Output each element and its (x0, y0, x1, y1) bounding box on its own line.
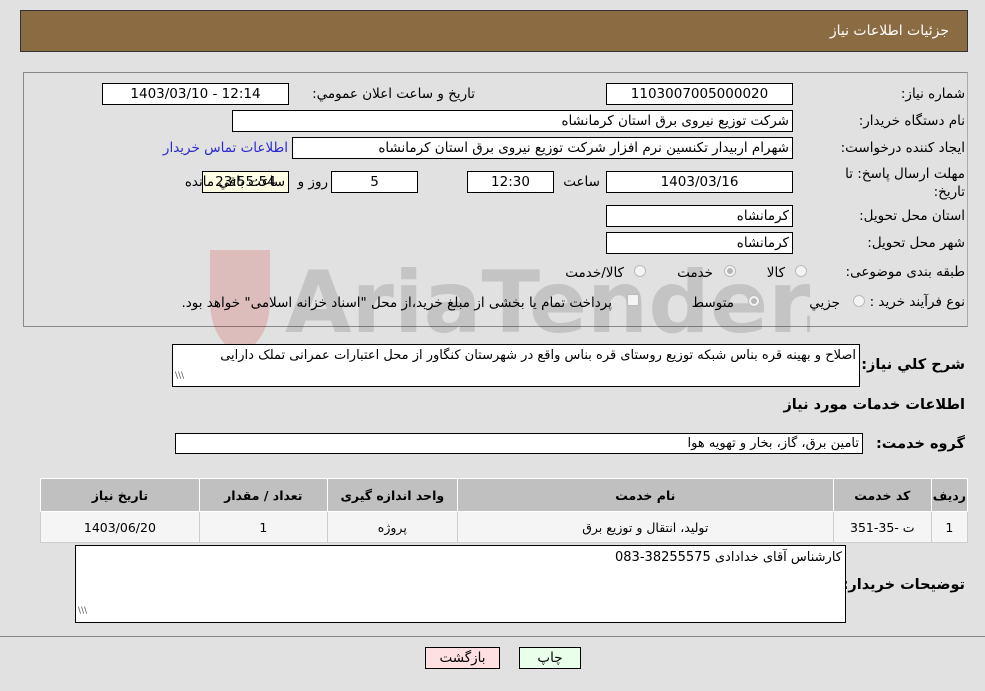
remaining-label: ساعت باقي مانده (184, 174, 285, 190)
page-title: جزئیات اطلاعات نیاز (829, 23, 949, 39)
service-group-label: گروه خدمت: (875, 436, 965, 452)
creator-field[interactable]: شهرام اربیدار تکنسین نرم افزار شرکت توزی… (292, 137, 793, 159)
footer-divider (0, 636, 985, 637)
process-option-minor: جزيي (809, 295, 840, 311)
deadline-label: مهلت ارسال پاسخ: تا تاریخ: (845, 166, 965, 200)
resize-grip-icon[interactable]: /// (175, 367, 184, 385)
cell-need-date: 1403/06/20 (40, 511, 200, 543)
description-field[interactable]: اصلاح و بهینه قره بناس شبکه توزیع روستای… (172, 344, 860, 387)
table-header-row: ردیف کد خدمت نام خدمت واحد اندازه گیری ت… (40, 478, 969, 512)
cell-row-number: 1 (930, 511, 969, 543)
process-label: نوع فرآیند خرید : (869, 294, 965, 310)
creator-label: ایجاد کننده درخواست: (840, 140, 965, 156)
deadline-time-label: ساعت (563, 174, 600, 190)
process-radio-minor[interactable] (853, 295, 865, 307)
category-option-goods: کالا (766, 265, 785, 281)
cell-service-code: ت -35-351 (832, 511, 932, 543)
days-remaining-field[interactable]: 5 (331, 171, 418, 193)
process-radio-medium[interactable] (748, 295, 760, 307)
col-header-row-number: ردیف (930, 478, 969, 512)
days-label: روز و (297, 174, 328, 190)
col-header-unit: واحد اندازه گیری (326, 478, 458, 512)
category-radio-goods-service[interactable] (634, 265, 646, 277)
category-label: طبقه بندی موضوعی: (845, 264, 965, 280)
print-button[interactable]: چاپ (519, 647, 581, 669)
col-header-need-date: تاریخ نیاز (40, 478, 200, 512)
announce-field[interactable]: 1403/03/10 - 12:14 (102, 83, 289, 105)
page-header: جزئیات اطلاعات نیاز (20, 10, 968, 52)
buyer-notes-field[interactable]: کارشناس آقای خدادادی 38255575-083 /// (75, 545, 846, 623)
city-label: شهر محل تحویل: (867, 235, 965, 251)
need-number-field[interactable]: 1103007005000020 (606, 83, 793, 105)
description-label: شرح كلي نياز: (861, 357, 965, 373)
treasury-checkbox-label: پرداخت تمام یا بخشی از مبلغ خرید،از محل … (181, 295, 612, 311)
cell-quantity: 1 (198, 511, 328, 543)
province-label: استان محل تحویل: (859, 208, 965, 224)
process-option-medium: متوسط (691, 295, 734, 311)
col-header-quantity: تعداد / مقدار (198, 478, 328, 512)
announce-label: تاریخ و ساعت اعلان عمومي: (312, 86, 475, 102)
treasury-checkbox[interactable] (627, 294, 639, 306)
category-radio-goods[interactable] (795, 265, 807, 277)
resize-grip-icon[interactable]: /// (78, 601, 87, 621)
buyer-contact-link[interactable]: اطلاعات تماس خریدار (163, 140, 288, 156)
category-option-service: خدمت (677, 265, 713, 281)
need-number-label: شماره نیاز: (900, 86, 965, 102)
province-field[interactable]: کرمانشاه (606, 205, 793, 227)
buyer-org-field[interactable]: شرکت توزیع نیروی برق استان کرمانشاه (232, 110, 793, 132)
category-option-goods-service: کالا/خدمت (565, 265, 624, 281)
back-button[interactable]: بازگشت (425, 647, 500, 669)
buyer-notes-text: کارشناس آقای خدادادی 38255575-083 (615, 550, 842, 565)
description-text: اصلاح و بهینه قره بناس شبکه توزیع روستای… (220, 348, 856, 363)
cell-unit: پروژه (326, 511, 458, 543)
category-radio-service[interactable] (724, 265, 736, 277)
col-header-service-code: کد خدمت (832, 478, 932, 512)
table-row: 1 ت -35-351 تولید، انتقال و توزیع برق پر… (40, 511, 969, 543)
services-section-title: اطلاعات خدمات مورد نیاز (783, 397, 965, 413)
buyer-notes-label: توضیحات خریدار: (842, 577, 965, 593)
service-group-field[interactable]: تامین برق، گاز، بخار و تهویه هوا (175, 433, 863, 454)
cell-service-name: تولید، انتقال و توزیع برق (456, 511, 834, 543)
col-header-service-name: نام خدمت (456, 478, 834, 512)
deadline-time-field[interactable]: 12:30 (467, 171, 554, 193)
services-table: ردیف کد خدمت نام خدمت واحد اندازه گیری ت… (40, 478, 969, 543)
buyer-org-label: نام دستگاه خریدار: (858, 113, 965, 129)
city-field[interactable]: کرمانشاه (606, 232, 793, 254)
deadline-date-field[interactable]: 1403/03/16 (606, 171, 793, 193)
